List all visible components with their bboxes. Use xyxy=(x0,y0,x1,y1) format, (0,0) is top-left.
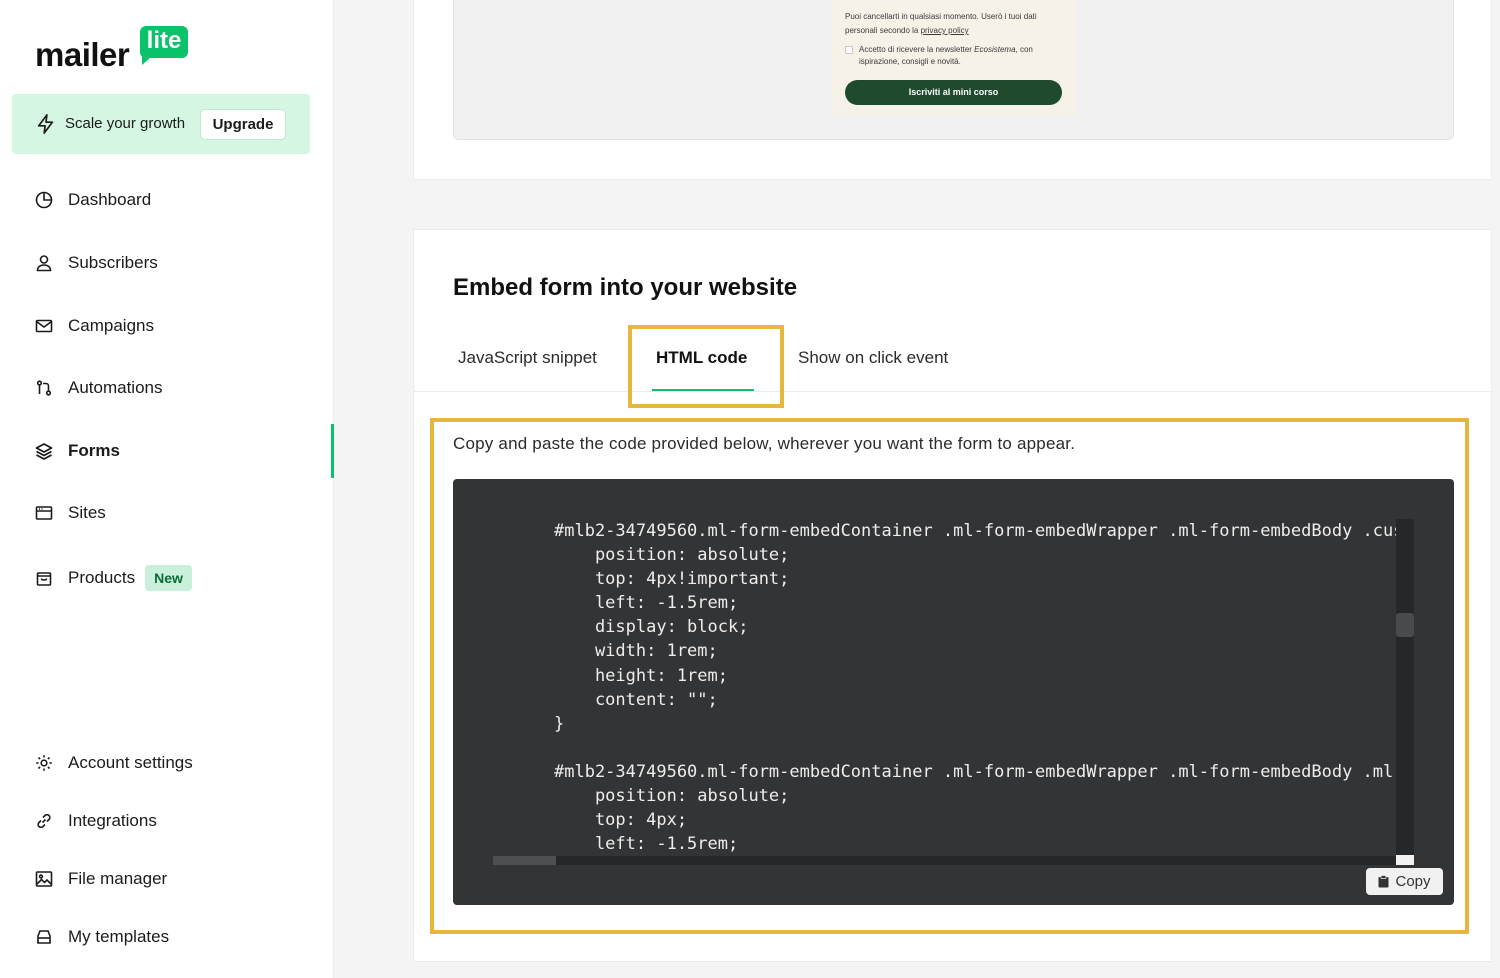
sidebar-item-account-settings[interactable]: Account settings xyxy=(34,748,193,778)
consent-checkbox[interactable] xyxy=(845,46,853,54)
preview-text-line2: personali secondo la xyxy=(845,26,921,35)
sidebar-item-label: Account settings xyxy=(68,753,193,772)
template-icon xyxy=(34,927,54,947)
sidebar-item-subscribers[interactable]: Subscribers xyxy=(34,248,158,278)
preview-disclaimer: Puoi cancellarti in qualsiasi momento. U… xyxy=(845,10,1055,38)
layers-icon xyxy=(34,441,54,461)
sidebar-item-campaigns[interactable]: Campaigns xyxy=(34,311,154,341)
preview-text-line1: Puoi cancellarti in qualsiasi momento. U… xyxy=(845,12,1037,21)
consent-prefix: Accetto di ricevere la newsletter xyxy=(859,45,975,54)
automation-icon xyxy=(34,378,54,398)
link-icon xyxy=(34,811,54,831)
consent-text: Accetto di ricevere la newsletter Ecosis… xyxy=(859,44,1059,68)
tab-show-on-click[interactable]: Show on click event xyxy=(798,348,948,368)
sidebar-item-label: Forms xyxy=(68,441,120,460)
embed-card: Embed form into your website JavaScript … xyxy=(413,229,1492,962)
form-preview-card: Puoi cancellarti in qualsiasi momento. U… xyxy=(413,0,1492,180)
sidebar-item-forms[interactable]: Forms xyxy=(34,436,120,466)
bag-icon xyxy=(34,568,54,588)
user-icon xyxy=(34,253,54,273)
sidebar-item-label: Sites xyxy=(68,503,106,522)
sidebar-item-label: Campaigns xyxy=(68,316,154,335)
upgrade-promo: Scale your growth Upgrade xyxy=(12,94,310,154)
consent-brand: Ecosistema xyxy=(974,45,1016,54)
tab-javascript-snippet[interactable]: JavaScript snippet xyxy=(458,348,597,368)
privacy-policy-link[interactable]: privacy policy xyxy=(921,26,969,35)
subscribe-button[interactable]: Iscriviti al mini corso xyxy=(845,80,1062,105)
logo-badge: lite xyxy=(140,26,188,65)
tabs-divider xyxy=(414,391,1491,392)
highlight-tab-frame xyxy=(628,325,784,408)
sidebar-item-label: Dashboard xyxy=(68,190,152,209)
dashboard-icon xyxy=(34,190,54,210)
sidebar-item-my-templates[interactable]: My templates xyxy=(34,922,169,952)
new-badge: New xyxy=(145,565,192,591)
sidebar: mailer lite Scale your growth Upgrade Da… xyxy=(0,0,334,978)
upgrade-button[interactable]: Upgrade xyxy=(200,109,286,140)
active-indicator xyxy=(331,424,334,478)
highlight-code-frame xyxy=(430,418,1469,934)
sidebar-item-dashboard[interactable]: Dashboard xyxy=(34,185,151,215)
sidebar-item-label: File manager xyxy=(68,869,168,888)
logo-text: mailer xyxy=(35,36,130,73)
form-preview-area: Puoi cancellarti in qualsiasi momento. U… xyxy=(453,0,1454,140)
sidebar-item-label: My templates xyxy=(68,927,170,946)
gear-icon xyxy=(34,753,54,773)
sidebar-item-products[interactable]: Products New xyxy=(34,563,192,593)
sidebar-item-label: Automations xyxy=(68,378,163,397)
sites-icon xyxy=(34,503,54,523)
image-icon xyxy=(34,869,54,889)
sidebar-item-label: Products xyxy=(68,568,136,587)
form-preview: Puoi cancellarti in qualsiasi momento. U… xyxy=(832,0,1076,116)
sidebar-item-integrations[interactable]: Integrations xyxy=(34,806,157,836)
sidebar-item-automations[interactable]: Automations xyxy=(34,373,163,403)
sidebar-item-label: Integrations xyxy=(68,811,157,830)
promo-text: Scale your growth xyxy=(65,115,186,132)
sidebar-item-file-manager[interactable]: File manager xyxy=(34,864,167,894)
sidebar-item-label: Subscribers xyxy=(68,253,158,272)
embed-title: Embed form into your website xyxy=(453,274,798,301)
sidebar-item-sites[interactable]: Sites xyxy=(34,498,106,528)
mail-icon xyxy=(34,316,54,336)
bolt-icon xyxy=(37,114,54,134)
